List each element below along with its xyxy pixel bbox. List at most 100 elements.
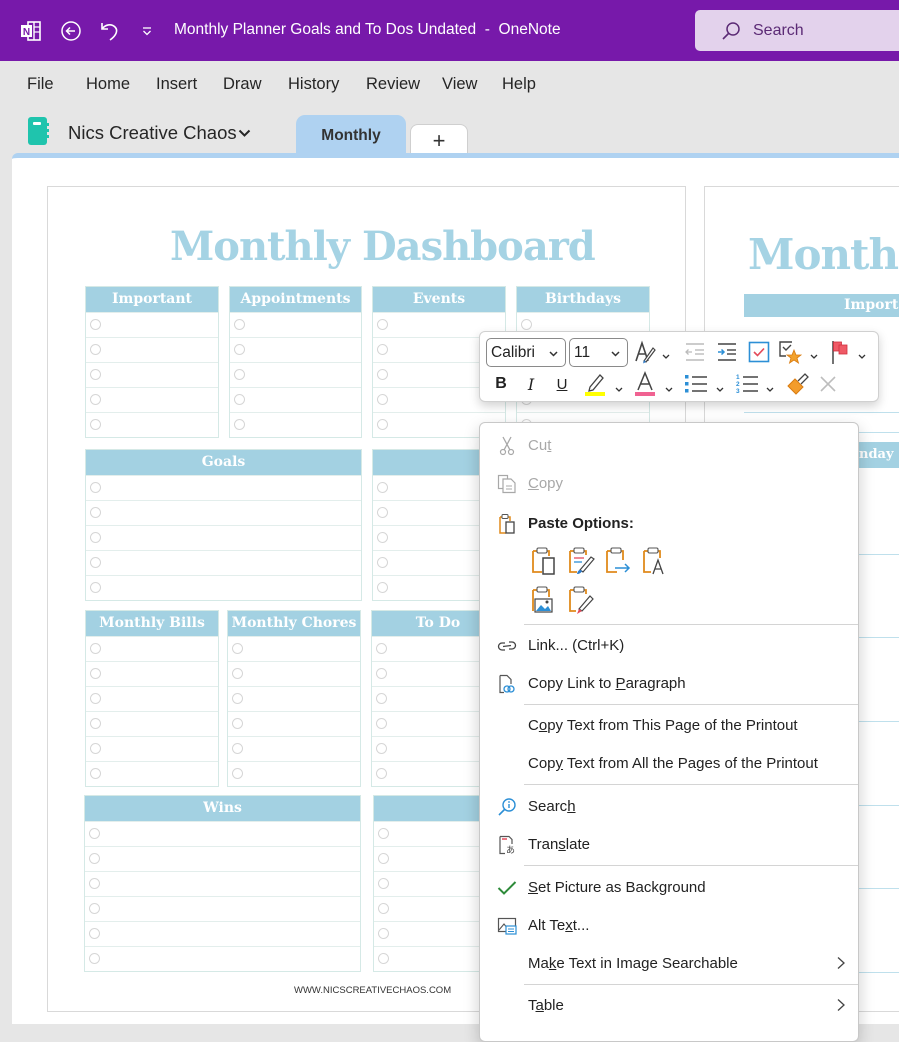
menu-item-label: Copy Link to Paragraph (528, 675, 686, 692)
section-tab-monthly[interactable]: Monthly (296, 115, 406, 156)
menu-item-search[interactable]: Search (480, 787, 858, 825)
checkbox-circle-icon (377, 507, 388, 518)
page2-line (859, 888, 899, 889)
planner-box-monthly-chores: Monthly Chores (227, 610, 361, 787)
planner-box-appointments: Appointments (229, 286, 362, 438)
highlight-dropdown-icon[interactable] (614, 381, 624, 399)
menu-item-copy-text-this-page[interactable]: Copy Text from This Page of the Printout (480, 706, 858, 744)
checkbox-circle-icon (232, 693, 243, 704)
menu-item-copy-link-to-paragraph[interactable]: Copy Link to Paragraph (480, 664, 858, 702)
tab-insert[interactable]: Insert (156, 75, 197, 94)
planner-row (85, 821, 360, 846)
customize-quick-access-icon[interactable] (140, 18, 154, 44)
increase-indent-icon[interactable] (715, 340, 739, 364)
checkbox-circle-icon (89, 878, 100, 889)
font-name-select[interactable]: Calibri (486, 338, 566, 367)
menu-item-cut[interactable]: Cut (480, 426, 858, 464)
menu-item-copy-text-all-pages[interactable]: Copy Text from All the Pages of the Prin… (480, 744, 858, 782)
undo-icon[interactable] (98, 18, 122, 44)
page2-line (859, 554, 899, 555)
decrease-indent-icon[interactable] (683, 340, 707, 364)
tab-file[interactable]: File (27, 75, 54, 94)
tab-help[interactable]: Help (502, 75, 536, 94)
font-color-dropdown-icon[interactable] (664, 381, 674, 399)
menu-item-link[interactable]: Link... (Ctrl+K) (480, 626, 858, 664)
checkbox-circle-icon (521, 319, 532, 330)
back-icon[interactable] (60, 18, 82, 44)
menu-item-label: Alt Text... (528, 917, 590, 934)
font-color-icon[interactable] (632, 370, 658, 398)
tab-history[interactable]: History (288, 75, 339, 94)
menu-item-set-picture-as-background[interactable]: Set Picture as Background (480, 868, 858, 906)
paste-ink-button[interactable] (567, 585, 595, 615)
chevron-down-icon[interactable] (238, 125, 251, 143)
page2-monday-header: nday (859, 442, 899, 468)
bold-button[interactable]: B (490, 372, 512, 396)
planner-box-header: Wins (85, 796, 360, 821)
planner-row (228, 661, 360, 686)
mini-formatting-toolbar: Calibri 11 B I U 123 (479, 331, 879, 402)
bullets-icon[interactable] (683, 372, 709, 396)
underline-button[interactable]: U (551, 372, 573, 396)
menu-item-alt-text[interactable]: Alt Text... (480, 906, 858, 944)
planner-box-header: Monthly Bills (86, 611, 218, 636)
checkbox-circle-icon (90, 394, 101, 405)
checkbox-circle-icon (232, 743, 243, 754)
highlight-icon[interactable] (582, 370, 608, 398)
menu-item-make-text-searchable[interactable]: Make Text in Image Searchable (480, 944, 858, 982)
todo-tag-icon[interactable] (747, 340, 771, 364)
search-box[interactable]: Search (695, 10, 899, 51)
paste-as-picture-button[interactable] (530, 585, 558, 615)
planner-box-header: Appointments (230, 287, 361, 312)
tab-draw[interactable]: Draw (223, 75, 262, 94)
checkbox-circle-icon (90, 482, 101, 493)
numbering-icon[interactable]: 123 (734, 372, 760, 396)
numbering-dropdown-icon[interactable] (765, 381, 775, 399)
paste-keep-source-formatting-button[interactable] (530, 546, 558, 576)
flag-icon[interactable] (829, 338, 851, 366)
checkbox-circle-icon (376, 718, 387, 729)
tags-icon[interactable] (777, 338, 803, 366)
tab-review[interactable]: Review (366, 75, 420, 94)
clear-formatting-icon[interactable] (816, 372, 840, 396)
checkbox-circle-icon (90, 319, 101, 330)
checkbox-circle-icon (89, 853, 100, 864)
menu-item-copy[interactable]: Copy (480, 464, 858, 502)
format-painter-icon[interactable] (785, 370, 811, 398)
checkbox-circle-icon (89, 928, 100, 939)
font-size-select[interactable]: 11 (569, 338, 628, 367)
italic-button[interactable]: I (520, 372, 542, 396)
chevron-right-icon (836, 956, 846, 975)
flag-dropdown-icon[interactable] (857, 348, 867, 366)
paste-merge-formatting-button[interactable] (567, 546, 595, 576)
styles-icon[interactable] (632, 338, 658, 366)
page2-line (859, 721, 899, 722)
notebook-name[interactable]: Nics Creative Chaos (68, 122, 237, 144)
search-icon (721, 21, 741, 41)
add-section-button[interactable]: + (410, 124, 468, 156)
paste-keep-text-only-button[interactable] (641, 546, 669, 576)
tab-home[interactable]: Home (86, 75, 130, 94)
planner-box-monthly-bills: Monthly Bills (85, 610, 219, 787)
menu-item-label: Table (528, 997, 564, 1014)
checkbox-circle-icon (378, 878, 389, 889)
tags-dropdown-icon[interactable] (809, 348, 819, 366)
checkbox-circle-icon (90, 768, 101, 779)
planner-row (228, 686, 360, 711)
page2-line (859, 637, 899, 638)
checkbox-circle-icon (90, 419, 101, 430)
paste-keep-text-only-arrow-button[interactable] (604, 546, 632, 576)
menu-item-translate[interactable]: あ Translate (480, 825, 858, 863)
tab-view[interactable]: View (442, 75, 477, 94)
styles-dropdown-icon[interactable] (661, 348, 671, 366)
menu-item-table[interactable]: Table (480, 986, 858, 1024)
planner-row (230, 362, 361, 387)
planner-box-header: Events (373, 287, 505, 312)
link-icon (496, 636, 518, 656)
alt-text-icon (496, 916, 518, 936)
planner-row (86, 686, 218, 711)
page2-title: Monthly (748, 230, 899, 279)
bullets-dropdown-icon[interactable] (715, 381, 725, 399)
planner-row (86, 525, 361, 550)
planner-row (85, 896, 360, 921)
